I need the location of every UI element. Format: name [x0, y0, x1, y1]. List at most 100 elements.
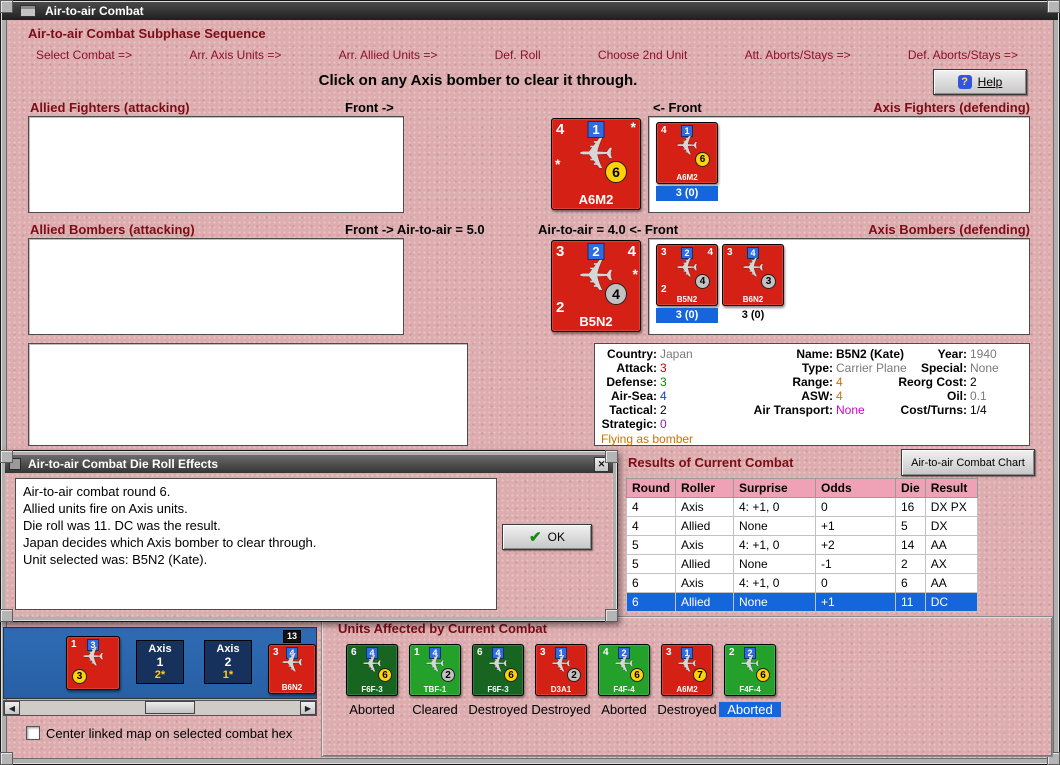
unit-counter-d3a1[interactable]: 3 1 2 D3A1: [535, 644, 587, 696]
cell-round[interactable]: 5: [626, 535, 676, 555]
unit-counter-f4f4[interactable]: 2 2 6 F4F-4: [724, 644, 776, 696]
front-arrow-label: Front ->: [345, 100, 394, 115]
cell-surprise[interactable]: None: [733, 554, 816, 574]
map-unit-counter-b6n2[interactable]: 3 4 B6N2: [268, 644, 316, 694]
axis-fighters-listbox[interactable]: 4 1 6 A6M2 3 (0): [648, 116, 1030, 213]
cell-roller[interactable]: Allied: [675, 516, 734, 536]
axis-2-marker[interactable]: Axis 2 1*: [204, 640, 252, 684]
unit-counter-tbf1[interactable]: 1 4 2 TBF-1: [409, 644, 461, 696]
mini-map[interactable]: 1 3 3 Axis 1 2* Axis 2 1* 3 4 B6N2 13: [3, 627, 317, 699]
step-defensive-roll: Def. Roll: [494, 47, 541, 62]
unit-name: A6M2: [578, 192, 614, 207]
instruction-text: Click on any Axis bomber to clear it thr…: [318, 72, 638, 89]
info-label: Special:: [920, 361, 967, 375]
results-row[interactable]: 4 Allied None +1 5 DX: [626, 516, 978, 536]
unit-counter-f6f3[interactable]: 6 4 6 F6F-3: [346, 644, 398, 696]
cell-surprise[interactable]: 4: +1, 0: [733, 573, 816, 593]
unit-counter-b5n2[interactable]: 3 2 4 4 2 B5N2: [656, 244, 718, 306]
info-label: Oil:: [947, 389, 967, 403]
die-roll-message-line: Allied units fire on Axis units.: [23, 501, 188, 516]
cell-round[interactable]: 6: [626, 573, 676, 593]
unit-info-col3: Year: 1940 Special: None Reorg Cost: 2 Oil:…: [891, 347, 998, 417]
cell-odds[interactable]: -1: [815, 554, 896, 574]
cell-die[interactable]: 11: [895, 592, 926, 612]
cell-die[interactable]: 6: [895, 573, 926, 593]
unit-counter-b6n2[interactable]: 3 4 3 B6N2: [722, 244, 784, 306]
cell-result[interactable]: DX PX: [924, 497, 978, 517]
cell-result[interactable]: AA: [924, 573, 978, 593]
die-roll-dialog-titlebar[interactable]: Air-to-air Combat Die Roll Effects: [5, 455, 613, 473]
combat-message-listbox[interactable]: [28, 343, 468, 446]
cell-surprise[interactable]: 4: +1, 0: [733, 497, 816, 517]
unit-name: A6M2: [676, 685, 698, 694]
cell-surprise[interactable]: None: [733, 516, 816, 536]
unit-counter-f4f4[interactable]: 4 2 6 F4F-4: [598, 644, 650, 696]
stat-range-circle: 3: [761, 274, 776, 289]
scrollbar-track[interactable]: [20, 701, 300, 715]
step-defender-aborts: Def. Aborts/Stays =>: [907, 47, 1018, 62]
stat-air-to-air: 3: [666, 647, 672, 658]
cell-roller[interactable]: Allied: [675, 592, 734, 612]
check-icon: [529, 528, 542, 546]
cell-surprise[interactable]: 4: +1, 0: [733, 535, 816, 555]
unit-name: A6M2: [676, 173, 698, 182]
cell-die[interactable]: 14: [895, 535, 926, 555]
cell-odds[interactable]: +2: [815, 535, 896, 555]
cell-odds[interactable]: +1: [815, 592, 896, 612]
ok-button[interactable]: OK: [502, 524, 592, 550]
subphase-sequence: Select Combat => Arr. Axis Units => Arr.…: [24, 46, 1030, 63]
marker-number: 2: [224, 655, 232, 669]
help-button[interactable]: Help: [933, 69, 1027, 95]
cell-surprise[interactable]: None: [733, 592, 816, 612]
unit-counter-f6f3[interactable]: 6 4 6 F6F-3: [472, 644, 524, 696]
stat-air-to-air: 3: [661, 247, 667, 258]
units-affected-panel: Units Affected by Current Combat 6 4 6 F…: [321, 616, 1053, 757]
unit-strength-caption[interactable]: 3 (0): [656, 186, 718, 201]
cell-result[interactable]: AX: [924, 554, 978, 574]
cell-result[interactable]: AA: [924, 535, 978, 555]
results-row[interactable]: 6 Axis 4: +1, 0 0 6 AA: [626, 573, 978, 593]
cell-roller[interactable]: Axis: [675, 497, 734, 517]
results-row[interactable]: 5 Axis 4: +1, 0 +2 14 AA: [626, 535, 978, 555]
scroll-right-button[interactable]: [300, 701, 316, 715]
cell-odds[interactable]: +1: [815, 516, 896, 536]
cell-die[interactable]: 2: [895, 554, 926, 574]
center-map-checkbox[interactable]: [26, 726, 40, 740]
scroll-left-button[interactable]: [4, 701, 20, 715]
cell-roller[interactable]: Axis: [675, 573, 734, 593]
axis-bombers-listbox[interactable]: 3 2 4 4 2 B5N2 3 (0) 3 4 3 B6N2 3 (0): [648, 238, 1030, 335]
window-titlebar[interactable]: Air-to-air Combat: [2, 2, 1058, 20]
cell-round[interactable]: 4: [626, 516, 676, 536]
results-row-selected[interactable]: 6 Allied None +1 11 DC: [626, 592, 978, 612]
combat-chart-button[interactable]: Air-to-air Combat Chart: [901, 449, 1035, 476]
unit-counter-a6m2[interactable]: 3 1 7 A6M2: [661, 644, 713, 696]
unit-strength-caption[interactable]: 3 (0): [722, 308, 784, 323]
unit-counter-b5n2-large[interactable]: 3 2 4 * 4 2 B5N2: [551, 240, 641, 332]
cell-roller[interactable]: Axis: [675, 535, 734, 555]
cell-round[interactable]: 6: [626, 592, 676, 612]
results-row[interactable]: 4 Axis 4: +1, 0 0 16 DX PX: [626, 497, 978, 517]
info-label: Defense:: [606, 375, 657, 389]
unit-strength-caption[interactable]: 3 (0): [656, 308, 718, 323]
cell-round[interactable]: 5: [626, 554, 676, 574]
unit-counter-a6m2-large[interactable]: 4 1 * * 6 A6M2: [551, 118, 641, 210]
results-row[interactable]: 5 Allied None -1 2 AX: [626, 554, 978, 574]
cell-result[interactable]: DC: [924, 592, 978, 612]
cell-result[interactable]: DX: [924, 516, 978, 536]
allied-bombers-listbox[interactable]: [28, 238, 404, 335]
cell-round[interactable]: 4: [626, 497, 676, 517]
allied-fighters-listbox[interactable]: [28, 116, 404, 213]
map-scrollbar[interactable]: [3, 700, 317, 716]
cell-die[interactable]: 16: [895, 497, 926, 517]
cell-roller[interactable]: Allied: [675, 554, 734, 574]
stat-air-to-air: 3: [727, 247, 733, 258]
map-unit-counter[interactable]: 1 3 3: [66, 636, 120, 690]
cell-die[interactable]: 5: [895, 516, 926, 536]
info-value-oil: 0.1: [970, 389, 987, 403]
axis-bombers-label: Axis Bombers (defending): [868, 222, 1030, 237]
cell-odds[interactable]: 0: [815, 497, 896, 517]
scrollbar-thumb[interactable]: [145, 701, 195, 714]
unit-counter-a6m2[interactable]: 4 1 6 A6M2: [656, 122, 718, 184]
axis-1-marker[interactable]: Axis 1 2*: [136, 640, 184, 684]
cell-odds[interactable]: 0: [815, 573, 896, 593]
